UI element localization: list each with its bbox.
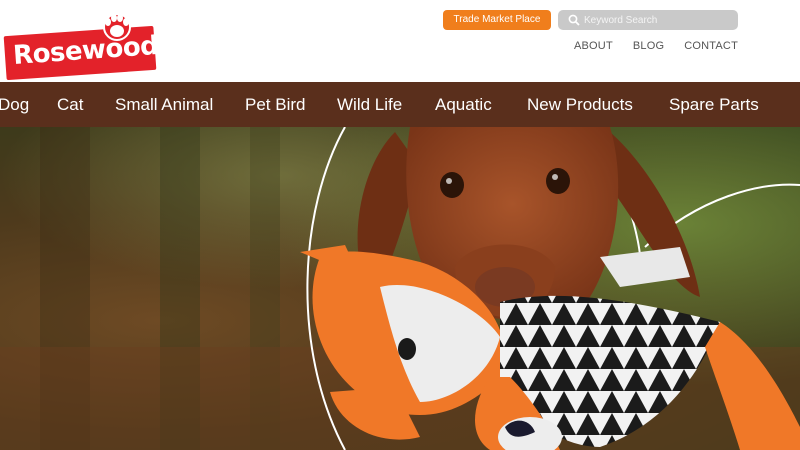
hero-banner[interactable]: [0, 127, 800, 450]
nav-item-small-animal[interactable]: Small Animal: [115, 82, 213, 127]
search-icon: [568, 14, 580, 26]
nav-item-aquatic[interactable]: Aquatic: [435, 82, 492, 127]
nav-item-cat[interactable]: Cat: [57, 82, 83, 127]
search-bar[interactable]: [558, 10, 738, 30]
nav-item-pet-bird[interactable]: Pet Bird: [245, 82, 305, 127]
paw-icon: [103, 13, 131, 41]
about-link[interactable]: ABOUT: [574, 40, 613, 52]
blog-link[interactable]: BLOG: [633, 40, 664, 52]
site-header: Rosewood Trade Market Place ABOUT BLOG C…: [0, 0, 800, 82]
trade-market-place-button[interactable]: Trade Market Place: [443, 10, 551, 30]
hero-image: [0, 127, 800, 450]
top-links: ABOUT BLOG CONTACT: [554, 40, 738, 52]
rosewood-logo[interactable]: Rosewood: [3, 5, 159, 81]
main-nav: Dog Cat Small Animal Pet Bird Wild Life …: [0, 82, 800, 127]
nav-item-spare-parts[interactable]: Spare Parts: [669, 82, 759, 127]
nav-item-dog[interactable]: Dog: [0, 82, 29, 127]
nav-item-new-products[interactable]: New Products: [527, 82, 633, 127]
search-input[interactable]: [584, 10, 734, 30]
contact-link[interactable]: CONTACT: [684, 40, 738, 52]
nav-item-wild-life[interactable]: Wild Life: [337, 82, 402, 127]
